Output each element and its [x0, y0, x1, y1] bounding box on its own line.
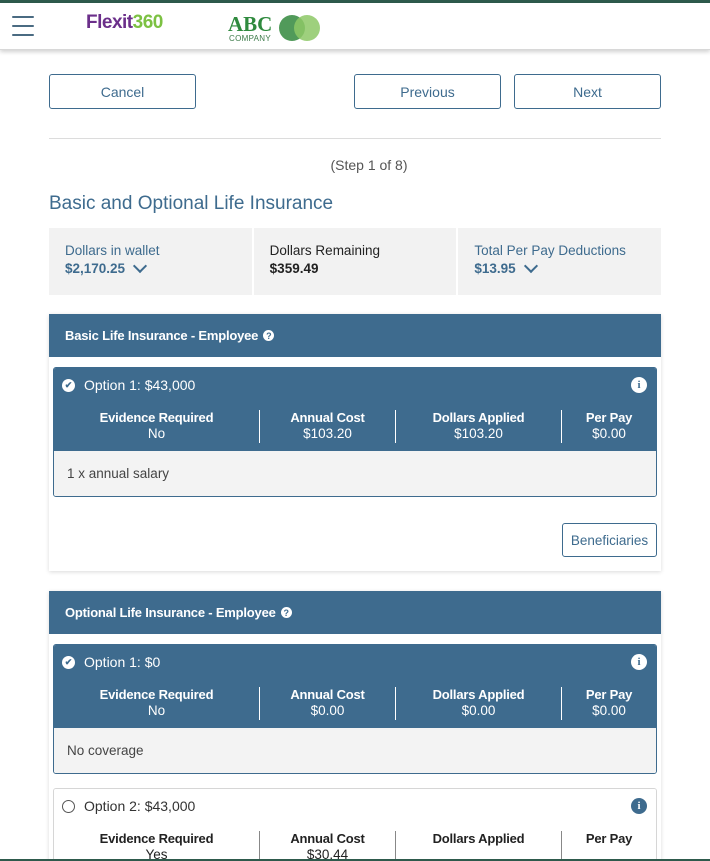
cancel-button[interactable]: Cancel — [49, 74, 196, 109]
evidence-header: Evidence Required — [99, 687, 214, 702]
basic-option-1[interactable]: ✔ Option 1: $43,000 i Evidence Required N… — [53, 367, 657, 497]
evidence-header: Evidence Required — [99, 831, 214, 846]
hamburger-menu-icon[interactable] — [12, 16, 34, 36]
app-header: Flexit360 ABC COMPANY — [0, 3, 710, 50]
option-description: 1 x annual salary — [54, 451, 656, 496]
optional-option-1[interactable]: ✔ Option 1: $0 i Evidence Required No Ann… — [53, 644, 657, 774]
radio-unchecked-icon[interactable] — [62, 799, 75, 813]
total-per-pay-value: $13.95 — [474, 261, 516, 276]
next-button[interactable]: Next — [514, 74, 661, 109]
evidence-value: No — [147, 703, 166, 718]
chevron-down-icon[interactable] — [523, 258, 538, 274]
section-title: Basic Life Insurance - Employee — [65, 328, 259, 343]
basic-life-section: Basic Life Insurance - Employee ? ✔ Opti… — [49, 314, 661, 571]
per-pay-value: $0.00 — [592, 426, 626, 441]
annual-cost-header: Annual Cost — [290, 831, 365, 846]
dollars-applied-value: $0.00 — [461, 703, 496, 718]
abc-company-logo: ABC COMPANY — [228, 11, 328, 45]
section-title: Optional Life Insurance - Employee — [65, 605, 276, 620]
dollars-applied-header: Dollars Applied — [432, 687, 525, 702]
total-per-pay-deductions[interactable]: Total Per Pay Deductions $13.95 — [458, 228, 661, 295]
optional-life-section: Optional Life Insurance - Employee ? ✔ O… — [49, 591, 661, 861]
option-stats: Evidence Required Yes Annual Cost $30.44 D… — [54, 823, 656, 861]
page-title: Basic and Optional Life Insurance — [49, 193, 334, 214]
help-icon[interactable]: ? — [280, 607, 292, 618]
divider — [49, 138, 661, 139]
evidence-header: Evidence Required — [99, 410, 214, 425]
section-header: Basic Life Insurance - Employee ? — [49, 314, 661, 357]
option-label: Option 1: $0 — [84, 654, 161, 670]
dollars-applied-header: Dollars Applied — [432, 410, 525, 425]
dollars-remaining-label: Dollars Remaining — [269, 243, 380, 258]
section-header: Optional Life Insurance - Employee ? — [49, 591, 661, 634]
per-pay-header: Per Pay — [585, 831, 633, 846]
annual-cost-value: $0.00 — [310, 703, 345, 718]
dollars-in-wallet-value: $2,170.25 — [65, 261, 126, 276]
dollars-applied-value: $103.20 — [454, 426, 503, 441]
dollars-applied-header: Dollars Applied — [432, 831, 525, 846]
per-pay-header: Per Pay — [585, 410, 633, 425]
dollars-in-wallet-label: Dollars in wallet — [65, 243, 160, 258]
info-icon[interactable]: i — [631, 377, 647, 393]
dollars-in-wallet[interactable]: Dollars in wallet $2,170.25 — [49, 228, 254, 295]
option-label: Option 2: $43,000 — [84, 798, 196, 814]
option-stats: Evidence Required No Annual Cost $103.20 D… — [54, 402, 656, 451]
chevron-down-icon[interactable] — [132, 258, 148, 274]
logo-circle-right — [294, 15, 320, 41]
radio-checked-icon[interactable]: ✔ — [62, 655, 75, 669]
step-indicator: (Step 1 of 8) — [330, 157, 408, 173]
beneficiaries-button[interactable]: Beneficiaries — [562, 523, 657, 557]
option-label: Option 1: $43,000 — [84, 377, 196, 393]
per-pay-header: Per Pay — [585, 687, 633, 702]
evidence-value: No — [147, 426, 166, 441]
per-pay-value: $0.00 — [592, 703, 626, 718]
flexit360-logo[interactable]: Flexit360 — [86, 12, 163, 34]
dollars-remaining-value: $359.49 — [269, 261, 319, 276]
dollars-remaining: Dollars Remaining $359.49 — [254, 228, 459, 295]
wallet-summary: Dollars in wallet $2,170.25 Dollars Rema… — [49, 228, 661, 295]
option-description: No coverage — [54, 728, 656, 773]
radio-checked-icon[interactable]: ✔ — [62, 378, 75, 392]
option-stats: Evidence Required No Annual Cost $0.00 Dol… — [54, 679, 656, 728]
annual-cost-header: Annual Cost — [290, 410, 365, 425]
help-icon[interactable]: ? — [263, 330, 275, 341]
previous-button[interactable]: Previous — [354, 74, 501, 109]
annual-cost-value: $103.20 — [303, 426, 352, 441]
optional-option-2[interactable]: Option 2: $43,000 i Evidence Required Yes… — [53, 788, 657, 861]
info-icon[interactable]: i — [631, 798, 647, 814]
annual-cost-header: Annual Cost — [290, 687, 365, 702]
total-per-pay-label: Total Per Pay Deductions — [474, 243, 626, 258]
info-icon[interactable]: i — [631, 654, 647, 670]
